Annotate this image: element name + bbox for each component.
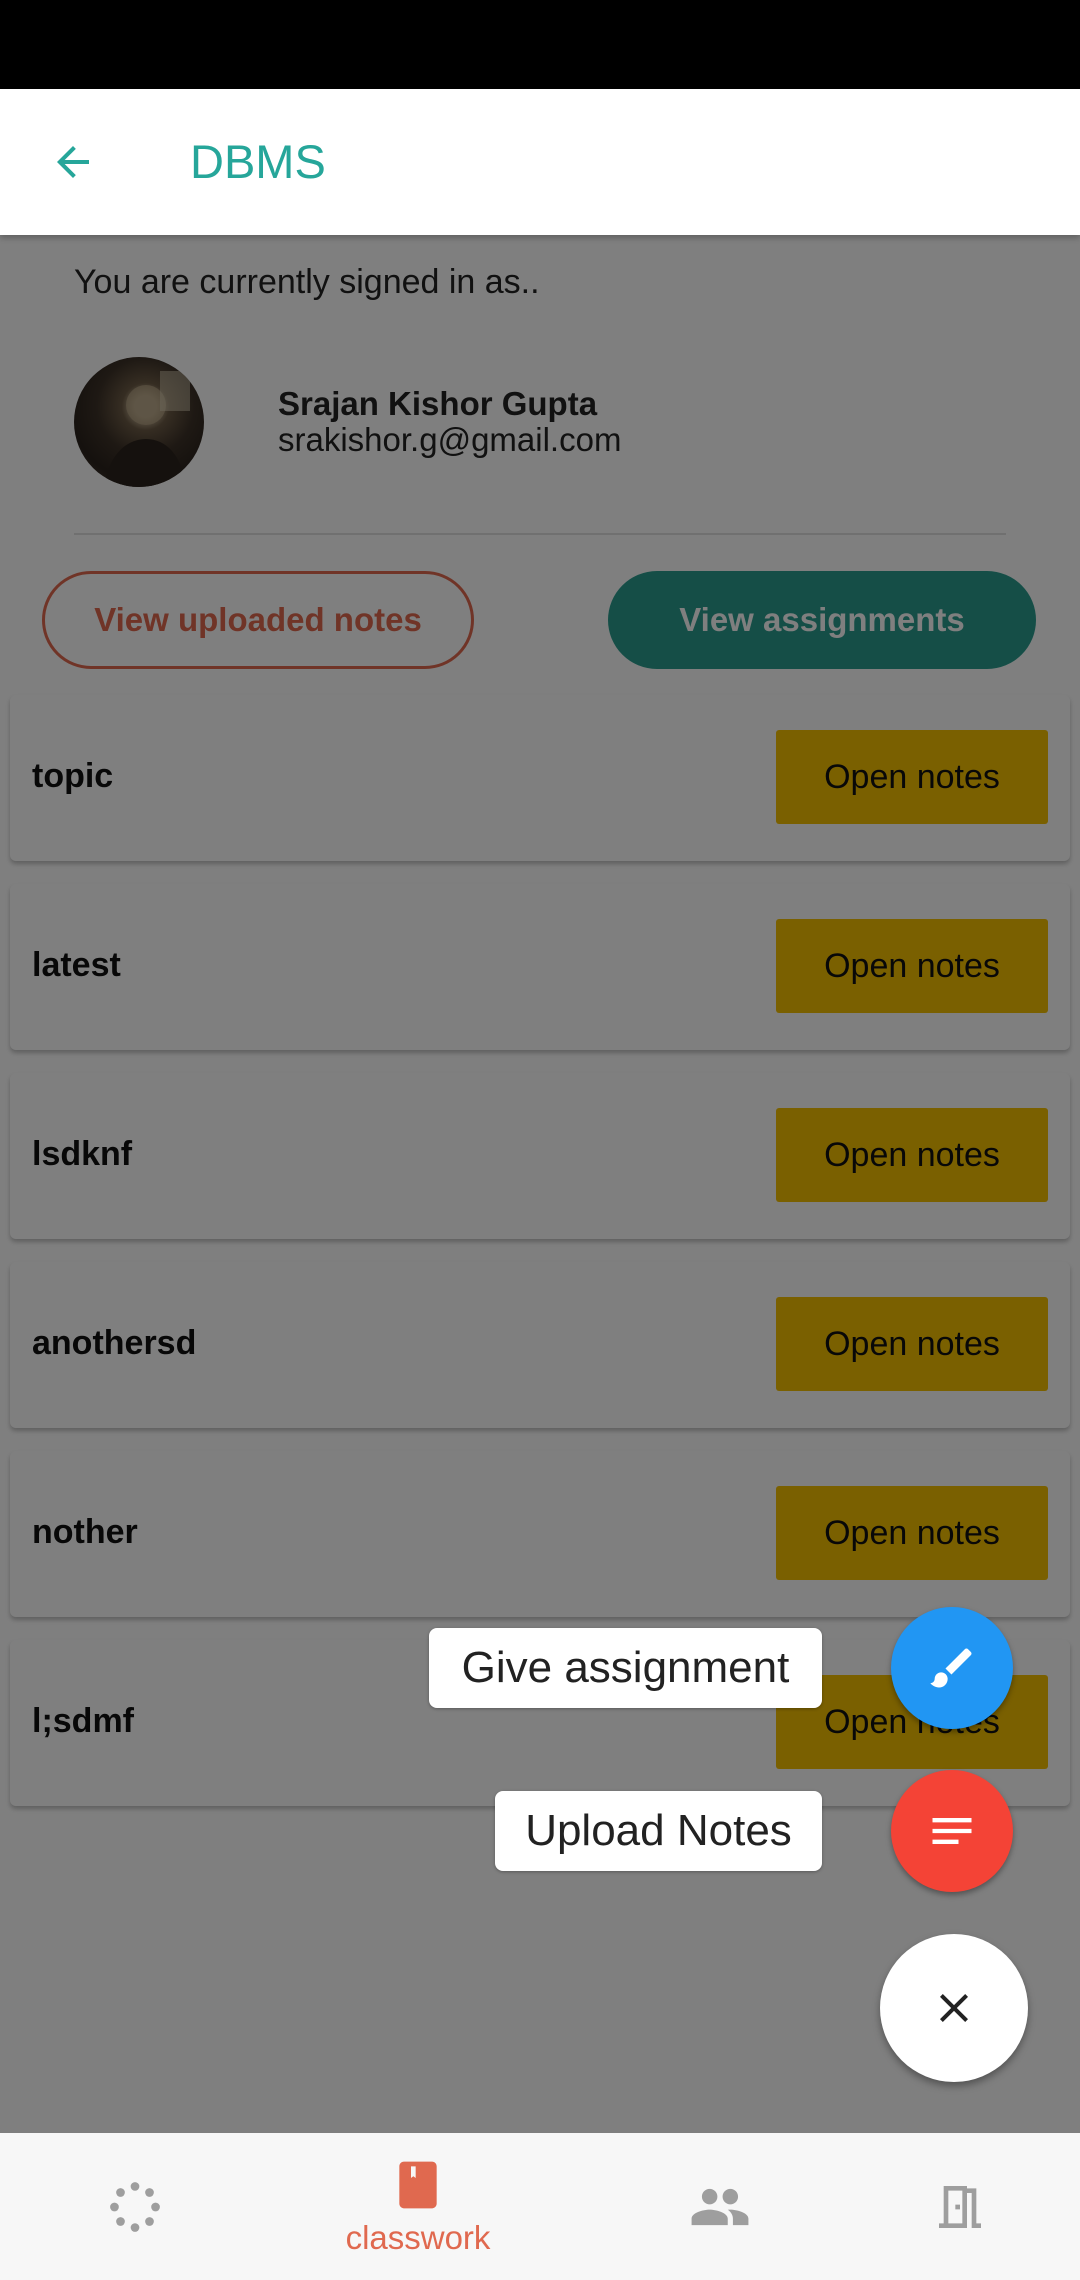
book-icon bbox=[399, 2161, 437, 2208]
upload-notes-fab[interactable] bbox=[891, 1770, 1013, 1892]
close-fab[interactable] bbox=[880, 1934, 1028, 2082]
upload-notes-label[interactable]: Upload Notes bbox=[495, 1791, 822, 1871]
app-bar: DBMS bbox=[0, 89, 1080, 235]
close-icon bbox=[940, 1994, 968, 2022]
arrow-back-icon bbox=[57, 146, 89, 178]
nav-label-classwork: classwork bbox=[345, 2218, 491, 2256]
page-title: DBMS bbox=[190, 135, 326, 188]
nav-item-exit[interactable] bbox=[825, 2133, 1080, 2280]
nav-item-people[interactable] bbox=[585, 2133, 855, 2280]
notes-lines-icon bbox=[932, 1818, 972, 1844]
give-assignment-fab[interactable] bbox=[891, 1607, 1013, 1729]
exit-door-icon bbox=[939, 2185, 981, 2228]
brush-icon bbox=[930, 1648, 972, 1688]
nav-item-classwork[interactable]: classwork bbox=[283, 2133, 553, 2280]
give-assignment-label[interactable]: Give assignment bbox=[429, 1628, 822, 1708]
back-button[interactable] bbox=[40, 129, 106, 195]
bottom-navigation: classwork bbox=[0, 2133, 1080, 2280]
status-bar bbox=[0, 0, 1080, 89]
people-icon bbox=[691, 2188, 749, 2225]
loading-icon bbox=[110, 2181, 160, 2232]
nav-item-home[interactable] bbox=[0, 2133, 270, 2280]
